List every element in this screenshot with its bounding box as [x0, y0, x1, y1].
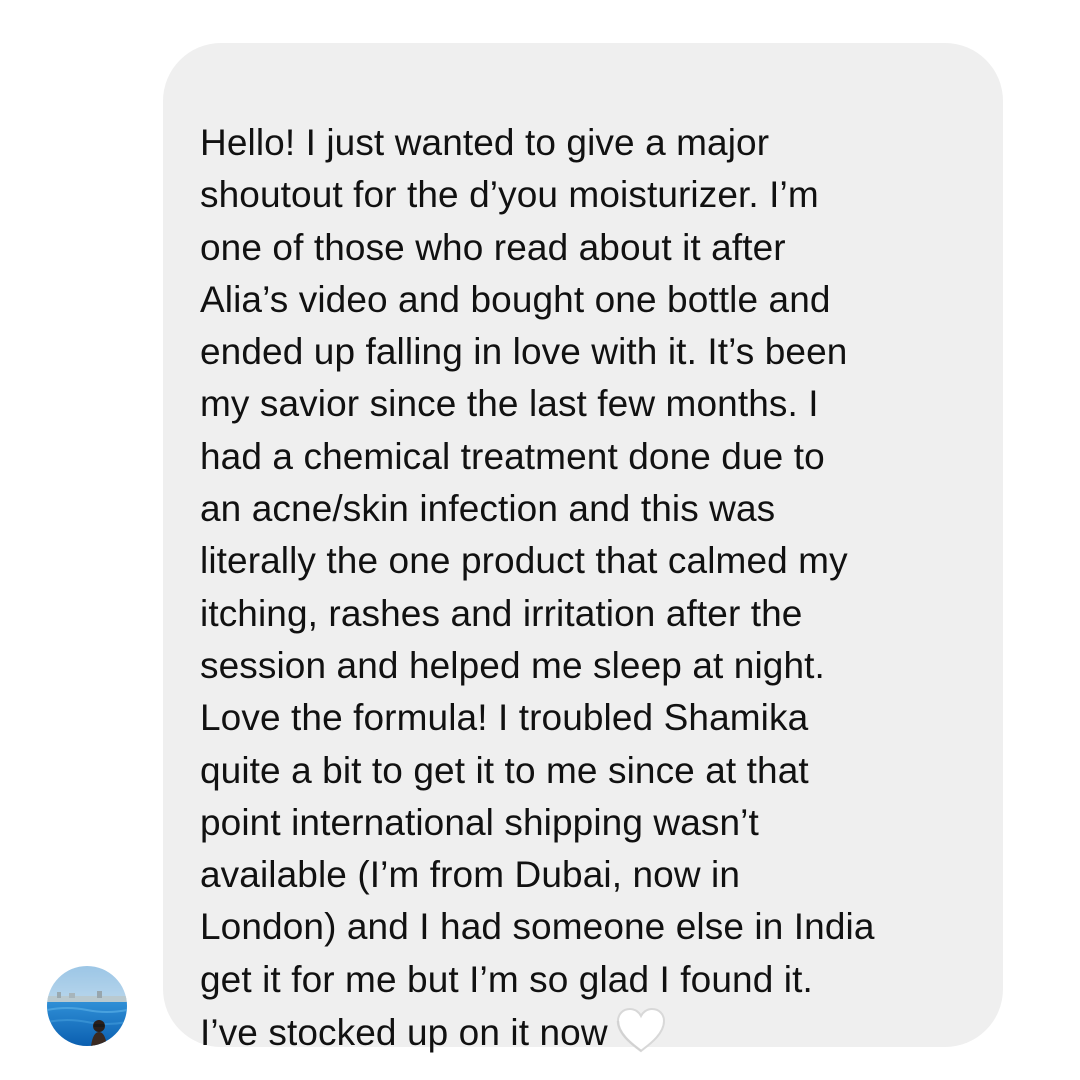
message-line: quite a bit to get it to me since at tha…	[200, 749, 809, 791]
message-line: an acne/skin infection and this was	[200, 488, 776, 530]
message-line: Alia’s video and bought one bottle and	[200, 278, 831, 320]
message-line: London) and I had someone else in India	[200, 906, 875, 948]
message-line: my savior since the last few months. I	[200, 383, 819, 425]
avatar[interactable]	[47, 966, 127, 1046]
message-line: one of those who read about it after	[200, 226, 786, 268]
message-line: point international shipping wasn’t	[200, 801, 759, 843]
white-heart-icon	[616, 1008, 665, 1053]
message-text: Hello! I just wanted to give a major sho…	[200, 117, 983, 1059]
message-line-text: I’ve stocked up on it now	[200, 1012, 608, 1054]
avatar-photo	[47, 966, 127, 1046]
message-line: had a chemical treatment done due to	[200, 435, 825, 477]
chat-screen: Hello! I just wanted to give a major sho…	[0, 0, 1080, 1080]
message-line: Hello! I just wanted to give a major	[200, 122, 770, 163]
message-line: get it for me but I’m so glad I found it…	[200, 958, 813, 1000]
message-line: session and helped me sleep at night.	[200, 644, 825, 686]
message-line: shoutout for the d’you moisturizer. I’m	[200, 174, 819, 216]
message-line: Love the formula! I troubled Shamika	[200, 697, 809, 739]
message-line: literally the one product that calmed my	[200, 540, 848, 582]
message-line: available (I’m from Dubai, now in	[200, 854, 741, 896]
message-last-line: I’ve stocked up on it now	[200, 1006, 983, 1059]
message-line: ended up falling in love with it. It’s b…	[200, 331, 848, 373]
message-line: itching, rashes and irritation after the	[200, 592, 803, 634]
message-bubble[interactable]: Hello! I just wanted to give a major sho…	[163, 43, 1003, 1053]
